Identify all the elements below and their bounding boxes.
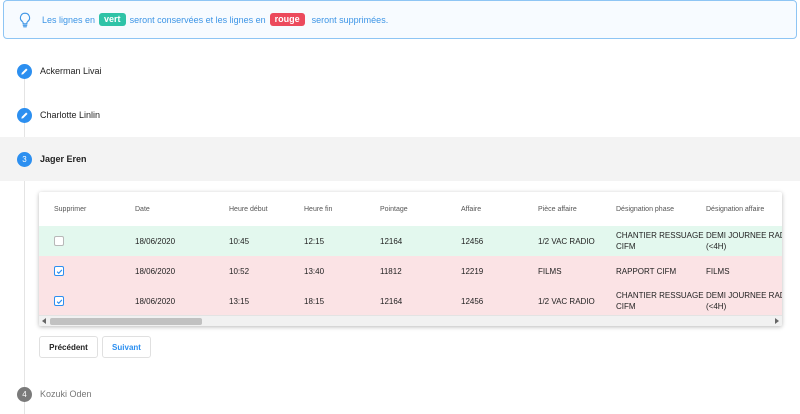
check-icon: [56, 299, 62, 304]
step-4-label: Kozuki Oden: [40, 389, 92, 399]
delete-checkbox[interactable]: [54, 236, 64, 246]
badge-green: vert: [99, 13, 126, 26]
horizontal-scrollbar[interactable]: [39, 315, 782, 326]
cell-aff-line-1: DEMI JOURNEE RAD: [706, 231, 782, 240]
cell-affaire: 12456: [461, 296, 484, 306]
table-row: 18/06/2020 13:15 18:15 12164 12456 1/2 V…: [39, 286, 782, 315]
cell-pointage: 11812: [380, 266, 402, 276]
col-date: Date: [135, 205, 150, 213]
banner-text-2: seront conservées et les lignes en: [129, 14, 266, 25]
cell-piece: 1/2 VAC RADIO: [538, 296, 595, 306]
col-pointage: Pointage: [380, 205, 408, 213]
cell-affaire: 12456: [461, 236, 484, 246]
cell-phase-line-1: CHANTIER RESSUAGE: [616, 231, 704, 240]
cell-aff-line-2: (<4H): [706, 242, 727, 251]
step-charlotte-linlin[interactable]: Charlotte Linlin: [0, 93, 800, 137]
lightbulb-icon: [19, 12, 31, 27]
cell-end: 12:15: [304, 236, 325, 246]
pencil-icon: [21, 111, 28, 119]
cell-designation-affaire: DEMI JOURNEE RAD (<4H): [706, 286, 782, 315]
cell-pointage: 12164: [380, 236, 403, 246]
cell-aff-line-1: DEMI JOURNEE RAD: [706, 291, 782, 300]
scrollbar-thumb[interactable]: [50, 318, 202, 325]
pencil-icon: [21, 67, 28, 75]
banner-text-1: Les lignes en: [42, 14, 96, 25]
cell-phase-line-2: CIFM: [616, 242, 636, 251]
step-2-indicator: [17, 107, 32, 123]
scroll-right-arrow-icon[interactable]: [775, 318, 779, 324]
cell-date: 18/06/2020: [135, 296, 176, 306]
step-2-label: Charlotte Linlin: [40, 110, 101, 120]
cell-phase: CHANTIER RESSUAGE CIFM: [616, 226, 704, 256]
step-1-indicator: [17, 63, 32, 79]
lines-table: Supprimer Date Heure début Heure fin Poi…: [39, 192, 782, 326]
next-button[interactable]: Suivant: [102, 336, 151, 358]
step-jager-eren[interactable]: 3 Jager Eren: [0, 137, 800, 181]
cell-end: 13:40: [304, 266, 325, 276]
delete-checkbox[interactable]: [54, 296, 64, 306]
step-3-indicator: 3: [17, 151, 32, 167]
scroll-left-arrow-icon[interactable]: [42, 318, 46, 324]
cell-phase-line-1: CHANTIER RESSUAGE: [616, 291, 704, 300]
info-banner: Les lignes en vert seront conservées et …: [3, 0, 797, 39]
col-heure-fin: Heure fin: [304, 205, 333, 213]
cell-start: 10:45: [229, 236, 250, 246]
table-header: Supprimer Date Heure début Heure fin Poi…: [39, 192, 782, 226]
cell-start: 10:52: [229, 266, 250, 276]
cell-pointage: 12164: [380, 296, 403, 306]
cell-aff-line-1: FILMS: [706, 266, 730, 276]
step-1-label: Ackerman Livai: [40, 66, 102, 76]
banner-text-3: seront supprimées.: [311, 14, 389, 25]
cell-piece: 1/2 VAC RADIO: [538, 236, 595, 246]
col-heure-debut: Heure début: [229, 205, 268, 213]
cell-affaire: 12219: [461, 266, 484, 276]
cell-start: 13:15: [229, 296, 250, 306]
cell-designation-affaire: FILMS: [706, 256, 730, 286]
step-ackerman-livai[interactable]: Ackerman Livai: [0, 49, 800, 93]
table-row: 18/06/2020 10:52 13:40 11812 12219 FILMS…: [39, 256, 782, 286]
col-designation-affaire: Désignation affaire: [706, 205, 765, 213]
cell-piece: FILMS: [538, 266, 562, 276]
badge-red: rouge: [269, 13, 305, 26]
cell-phase: CHANTIER RESSUAGE CIFM: [616, 286, 704, 315]
cell-aff-line-2: (<4H): [706, 302, 727, 311]
col-affaire: Affaire: [461, 205, 482, 213]
col-supprimer: Supprimer: [54, 205, 87, 213]
check-icon: [56, 269, 62, 274]
col-designation-phase: Désignation phase: [616, 205, 674, 213]
table-scroll-area[interactable]: Supprimer Date Heure début Heure fin Poi…: [39, 192, 782, 315]
step-kozuki-oden[interactable]: 4 Kozuki Oden: [0, 372, 800, 414]
cell-date: 18/06/2020: [135, 236, 176, 246]
step-3-label: Jager Eren: [40, 154, 87, 164]
step-4-indicator: 4: [17, 386, 32, 402]
table-row: 18/06/2020 10:45 12:15 12164 12456 1/2 V…: [39, 226, 782, 256]
cell-phase-line-2: CIFM: [616, 302, 636, 311]
cell-end: 18:15: [304, 296, 325, 306]
cell-phase: RAPPORT CIFM: [616, 256, 676, 286]
cell-phase-line-1: RAPPORT CIFM: [616, 266, 677, 276]
cell-designation-affaire: DEMI JOURNEE RAD (<4H): [706, 226, 782, 256]
delete-checkbox[interactable]: [54, 266, 64, 276]
col-piece-affaire: Pièce affaire: [538, 205, 577, 213]
cell-date: 18/06/2020: [135, 266, 176, 276]
previous-button[interactable]: Précédent: [39, 336, 98, 358]
